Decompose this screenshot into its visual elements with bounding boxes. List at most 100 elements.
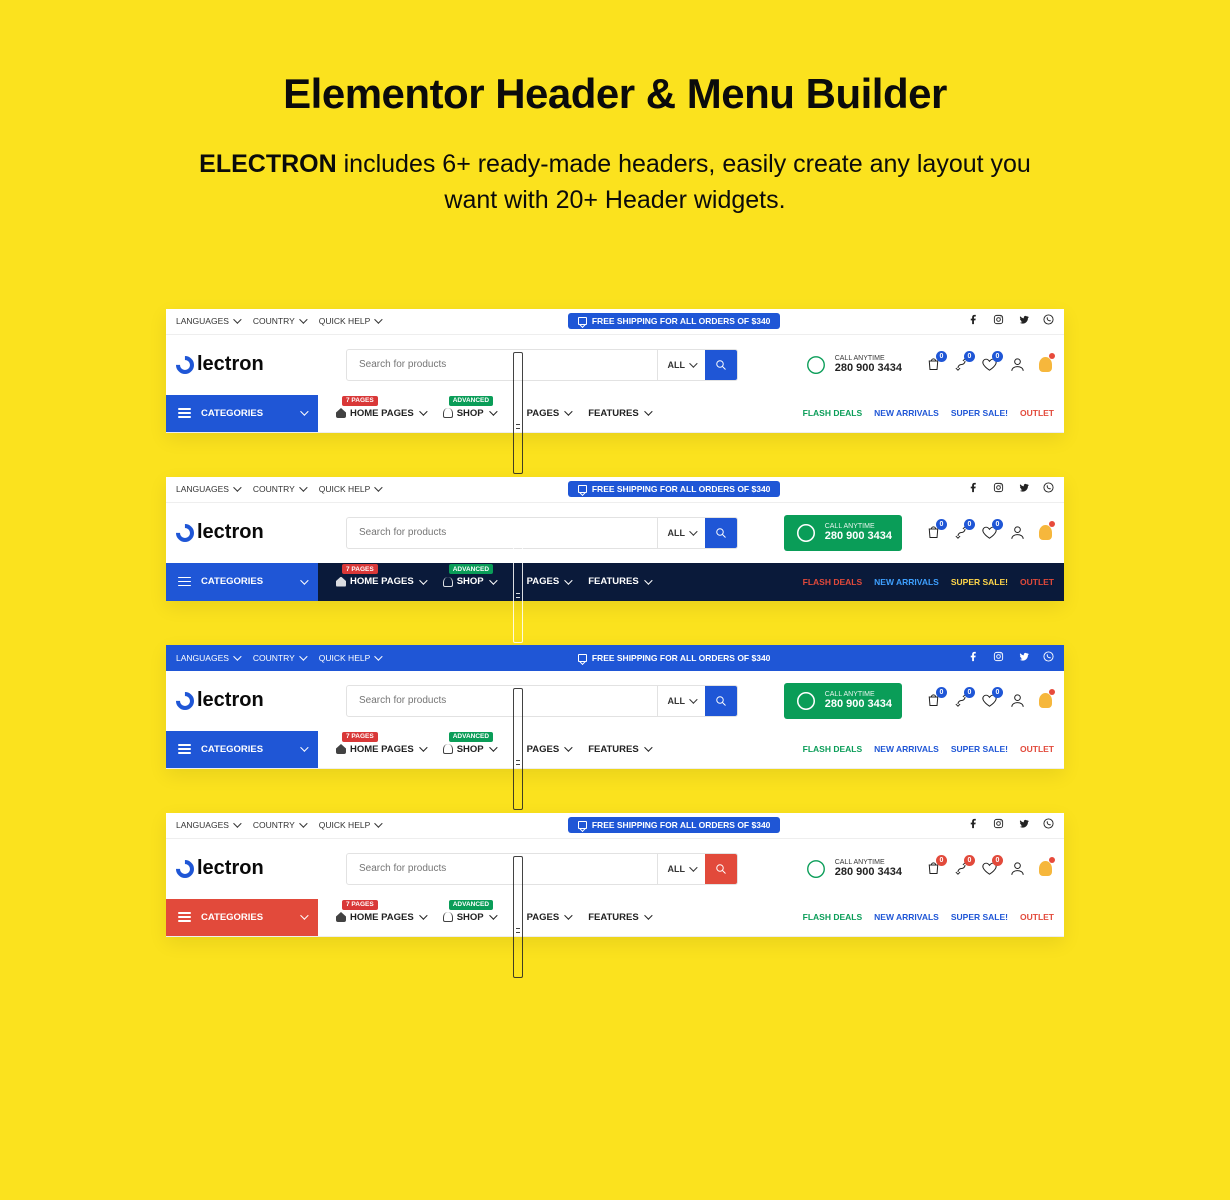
logo[interactable]: lectron — [176, 857, 346, 880]
twitter-icon[interactable] — [1018, 651, 1029, 665]
nav-shop[interactable]: SHOP ADVANCED — [443, 408, 495, 419]
link-flash-deals[interactable]: FLASH DEALS — [803, 577, 863, 587]
cart-icon[interactable]: 0 — [924, 860, 942, 878]
nav-home[interactable]: HOME PAGES 7 PAGES — [336, 576, 425, 587]
lang-selector[interactable]: LANGUAGES — [176, 316, 239, 326]
account-icon[interactable] — [1008, 356, 1026, 374]
facebook-icon[interactable] — [968, 314, 979, 328]
search-category[interactable]: ALL — [657, 518, 706, 548]
nav-features[interactable]: FEATURES — [588, 912, 650, 923]
wishlist-icon[interactable]: 0 — [980, 524, 998, 542]
nav-home[interactable]: HOME PAGES 7 PAGES — [336, 408, 425, 419]
instagram-icon[interactable] — [993, 314, 1004, 328]
link-outlet[interactable]: OUTLET — [1020, 912, 1054, 922]
facebook-icon[interactable] — [968, 651, 979, 665]
link-flash-deals[interactable]: FLASH DEALS — [803, 912, 863, 922]
nav-home[interactable]: HOME PAGES 7 PAGES — [336, 744, 425, 755]
link-new-arrivals[interactable]: NEW ARRIVALS — [874, 408, 939, 418]
viber-icon[interactable] — [1043, 314, 1054, 328]
twitter-icon[interactable] — [1018, 314, 1029, 328]
twitter-icon[interactable] — [1018, 482, 1029, 496]
quickhelp-link[interactable]: QUICK HELP — [319, 653, 381, 663]
viber-icon[interactable] — [1043, 818, 1054, 832]
quickhelp-link[interactable]: QUICK HELP — [319, 484, 381, 494]
wishlist-icon[interactable]: 0 — [980, 860, 998, 878]
link-new-arrivals[interactable]: NEW ARRIVALS — [874, 744, 939, 754]
account-icon[interactable] — [1008, 524, 1026, 542]
nav-features[interactable]: FEATURES — [588, 744, 650, 755]
country-selector[interactable]: COUNTRY — [253, 316, 305, 326]
compare-icon[interactable]: 0 — [952, 356, 970, 374]
compare-icon[interactable]: 0 — [952, 524, 970, 542]
link-new-arrivals[interactable]: NEW ARRIVALS — [874, 912, 939, 922]
country-selector[interactable]: COUNTRY — [253, 820, 305, 830]
logo[interactable]: lectron — [176, 353, 346, 376]
categories-button[interactable]: CATEGORIES — [166, 731, 318, 768]
link-super-sale[interactable]: SUPER SALE! — [951, 744, 1008, 754]
twitter-icon[interactable] — [1018, 818, 1029, 832]
link-flash-deals[interactable]: FLASH DEALS — [803, 408, 863, 418]
nav-pages[interactable]: PAGES — [513, 856, 571, 978]
link-outlet[interactable]: OUTLET — [1020, 577, 1054, 587]
search-input[interactable] — [347, 863, 657, 874]
search-category[interactable]: ALL — [657, 350, 706, 380]
instagram-icon[interactable] — [993, 482, 1004, 496]
search-category[interactable]: ALL — [657, 854, 706, 884]
quickhelp-link[interactable]: QUICK HELP — [319, 820, 381, 830]
nav-features[interactable]: FEATURES — [588, 408, 650, 419]
notifications-icon[interactable] — [1036, 524, 1054, 542]
instagram-icon[interactable] — [993, 818, 1004, 832]
nav-pages[interactable]: PAGES — [513, 688, 571, 810]
quickhelp-link[interactable]: QUICK HELP — [319, 316, 381, 326]
link-super-sale[interactable]: SUPER SALE! — [951, 408, 1008, 418]
call-anytime[interactable]: CALL ANYTIME280 900 3434 — [804, 353, 902, 377]
compare-icon[interactable]: 0 — [952, 692, 970, 710]
link-outlet[interactable]: OUTLET — [1020, 744, 1054, 754]
account-icon[interactable] — [1008, 692, 1026, 710]
wishlist-icon[interactable]: 0 — [980, 692, 998, 710]
search-button[interactable] — [705, 350, 737, 380]
cart-icon[interactable]: 0 — [924, 692, 942, 710]
search-button[interactable] — [705, 854, 737, 884]
notifications-icon[interactable] — [1036, 356, 1054, 374]
lang-selector[interactable]: LANGUAGES — [176, 653, 239, 663]
logo[interactable]: lectron — [176, 521, 346, 544]
search-button[interactable] — [705, 686, 737, 716]
link-super-sale[interactable]: SUPER SALE! — [951, 912, 1008, 922]
lang-selector[interactable]: LANGUAGES — [176, 820, 239, 830]
search-input[interactable] — [347, 695, 657, 706]
compare-icon[interactable]: 0 — [952, 860, 970, 878]
nav-pages[interactable]: PAGES — [513, 521, 571, 643]
link-flash-deals[interactable]: FLASH DEALS — [803, 744, 863, 754]
facebook-icon[interactable] — [968, 482, 979, 496]
nav-shop[interactable]: SHOP ADVANCED — [443, 744, 495, 755]
logo[interactable]: lectron — [176, 689, 346, 712]
cart-icon[interactable]: 0 — [924, 524, 942, 542]
lang-selector[interactable]: LANGUAGES — [176, 484, 239, 494]
link-outlet[interactable]: OUTLET — [1020, 408, 1054, 418]
categories-button[interactable]: CATEGORIES — [166, 899, 318, 936]
nav-home[interactable]: HOME PAGES 7 PAGES — [336, 912, 425, 923]
link-super-sale[interactable]: SUPER SALE! — [951, 577, 1008, 587]
categories-button[interactable]: CATEGORIES — [166, 563, 318, 601]
account-icon[interactable] — [1008, 860, 1026, 878]
country-selector[interactable]: COUNTRY — [253, 653, 305, 663]
link-new-arrivals[interactable]: NEW ARRIVALS — [874, 577, 939, 587]
nav-features[interactable]: FEATURES — [588, 576, 650, 587]
instagram-icon[interactable] — [993, 651, 1004, 665]
search-input[interactable] — [347, 359, 657, 370]
wishlist-icon[interactable]: 0 — [980, 356, 998, 374]
call-anytime[interactable]: CALL ANYTIME280 900 3434 — [784, 515, 902, 551]
call-anytime[interactable]: CALL ANYTIME280 900 3434 — [784, 683, 902, 719]
country-selector[interactable]: COUNTRY — [253, 484, 305, 494]
categories-button[interactable]: CATEGORIES — [166, 395, 318, 432]
facebook-icon[interactable] — [968, 818, 979, 832]
nav-pages[interactable]: PAGES — [513, 352, 571, 474]
nav-shop[interactable]: SHOP ADVANCED — [443, 576, 495, 587]
viber-icon[interactable] — [1043, 651, 1054, 665]
call-anytime[interactable]: CALL ANYTIME280 900 3434 — [804, 857, 902, 881]
cart-icon[interactable]: 0 — [924, 356, 942, 374]
viber-icon[interactable] — [1043, 482, 1054, 496]
search-input[interactable] — [347, 527, 657, 538]
search-button[interactable] — [705, 518, 737, 548]
